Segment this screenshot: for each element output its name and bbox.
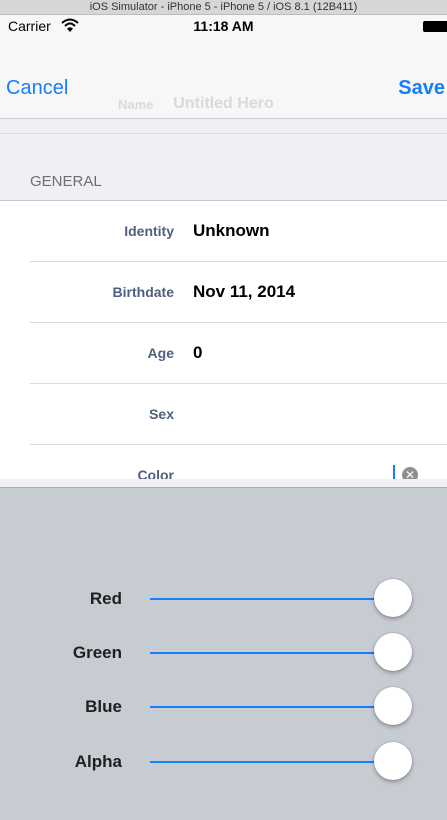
- row-label: Birthdate: [112, 284, 174, 300]
- slider-label: Blue: [85, 697, 122, 716]
- status-time: 11:18 AM: [193, 18, 254, 34]
- green-slider-track[interactable]: [150, 652, 395, 654]
- cancel-button[interactable]: Cancel: [6, 77, 68, 100]
- section-header-general: GENERAL: [0, 133, 447, 201]
- row-label: Sex: [149, 406, 174, 422]
- simulator-title: iOS Simulator - iPhone 5 - iPhone 5 / iO…: [89, 1, 358, 13]
- section-spacer: [0, 119, 447, 133]
- slider-row-alpha: Alpha: [0, 742, 447, 782]
- red-slider-track[interactable]: [150, 598, 395, 600]
- row-identity[interactable]: Identity Unknown: [0, 201, 447, 262]
- blue-slider-track[interactable]: [150, 706, 395, 708]
- row-sex[interactable]: Sex: [0, 384, 447, 445]
- blue-slider-thumb[interactable]: [374, 687, 412, 725]
- identity-field[interactable]: Unknown: [193, 221, 270, 241]
- slider-row-red: Red: [0, 579, 447, 619]
- alpha-slider-thumb[interactable]: [374, 742, 412, 780]
- row-birthdate[interactable]: Birthdate Nov 11, 2014: [0, 262, 447, 323]
- row-label: Age: [147, 345, 174, 361]
- status-bar: Carrier 11:18 AM: [0, 15, 447, 40]
- picker-spacer: [0, 479, 447, 487]
- navigation-bar: Name Untitled Hero Cancel Save: [0, 40, 447, 119]
- save-button[interactable]: Save: [398, 77, 445, 100]
- row-label: Identity: [124, 223, 174, 239]
- slider-row-green: Green: [0, 633, 447, 673]
- red-slider-thumb[interactable]: [374, 579, 412, 617]
- battery-icon: [423, 21, 447, 32]
- general-table: Identity Unknown Birthdate Nov 11, 2014 …: [0, 200, 447, 506]
- age-field[interactable]: 0: [193, 343, 202, 363]
- slider-label: Alpha: [74, 752, 122, 771]
- slider-label: Red: [89, 589, 122, 608]
- row-age[interactable]: Age 0: [0, 323, 447, 384]
- birthdate-field[interactable]: Nov 11, 2014: [193, 282, 295, 302]
- slider-row-blue: Blue: [0, 687, 447, 727]
- simulator-title-bar: iOS Simulator - iPhone 5 - iPhone 5 / iO…: [0, 0, 447, 15]
- alpha-slider-track[interactable]: [150, 761, 395, 763]
- color-picker-panel: Red Green Blue Alpha: [0, 487, 447, 820]
- section-title: GENERAL: [30, 173, 102, 190]
- green-slider-thumb[interactable]: [374, 633, 412, 671]
- slider-label: Green: [72, 643, 122, 662]
